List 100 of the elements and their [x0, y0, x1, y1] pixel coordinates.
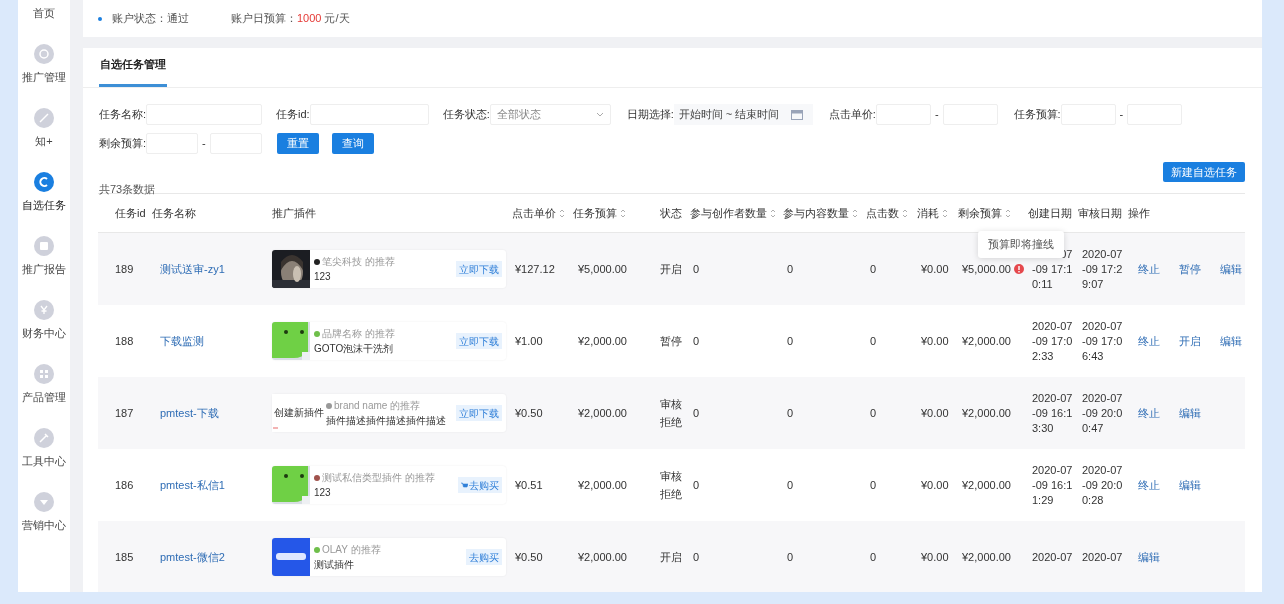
table-cell: 0	[870, 262, 877, 275]
filter-button[interactable]: 查询	[331, 133, 374, 154]
table-cell: ¥0.00	[921, 550, 949, 563]
action-link[interactable]: 终止	[1138, 404, 1160, 422]
brand-dot-icon	[314, 330, 320, 337]
task-name-link[interactable]: 测试送审-zy1	[160, 262, 225, 275]
sidebar-item[interactable]: 知+	[35, 132, 53, 149]
table-cell: 0	[870, 478, 877, 491]
task-name-link[interactable]: 下载监测	[160, 334, 204, 347]
plugin-description: 123	[314, 486, 332, 499]
table-cell: 185	[115, 550, 134, 563]
wrench-icon	[34, 427, 54, 448]
table-cell: 0	[693, 478, 700, 491]
action-link[interactable]: 编辑	[1220, 260, 1242, 278]
filter-label: 点击单价:	[828, 107, 876, 123]
table-cell: ¥2,000.00	[578, 406, 627, 419]
brand-dot-icon	[326, 402, 332, 409]
filter-label: 任务状态:	[442, 107, 490, 123]
column-header[interactable]: 点击单价	[512, 204, 556, 222]
filter-label: 任务id:	[276, 107, 310, 123]
sidebar-item[interactable]: 产品管理	[22, 388, 66, 405]
action-link[interactable]: 终止	[1138, 332, 1160, 350]
column-header[interactable]: 剩余预算	[958, 204, 1002, 222]
column-header: 操作	[1128, 205, 1150, 221]
table-cell: ¥127.12	[515, 262, 555, 275]
table-cell: 0	[787, 550, 794, 563]
status-text: 开启	[660, 551, 682, 563]
table-cell-text: ¥2,000.00	[962, 405, 1011, 421]
status-select[interactable]: 全部状态	[489, 104, 611, 125]
status-text: 开启	[660, 263, 682, 275]
sidebar-item[interactable]: 工具中心	[22, 452, 66, 469]
plugin-source: brand name 的推荐	[334, 399, 421, 412]
action-link[interactable]: 编辑	[1220, 332, 1242, 350]
plugin-action-button[interactable]: 立即下载	[456, 261, 502, 277]
date-range-field[interactable]: 开始时间 ~ 结束时间	[673, 104, 813, 125]
sidebar-item[interactable]: 推广管理	[22, 68, 66, 85]
brand-dot-icon	[314, 258, 320, 265]
plugin-description: 测试插件	[314, 558, 355, 571]
action-link[interactable]: 暂停	[1179, 260, 1201, 278]
tab[interactable]: 自选任务管理	[99, 55, 167, 87]
thumbnail-caption: 创建新插件	[274, 407, 324, 419]
column-header[interactable]: 参与创作者数量	[690, 204, 767, 222]
action-link[interactable]: 编辑	[1179, 476, 1201, 494]
table-cell: ¥0.00	[921, 478, 949, 491]
table-cell: ¥0.00	[921, 334, 949, 347]
sidebar-item[interactable]: 推广报告	[22, 260, 66, 277]
plugin-description: GOTO泡沫干洗剂	[314, 342, 395, 355]
table-cell: 0	[787, 406, 794, 419]
brand-dot-icon	[314, 474, 320, 481]
sort-icon	[852, 208, 858, 218]
column-header[interactable]: 消耗	[917, 204, 939, 222]
pen-icon	[34, 107, 54, 128]
grid-icon	[34, 363, 54, 384]
table-cell: 0	[693, 334, 700, 347]
table-cell: 0	[787, 262, 794, 275]
date-cell: 2020-07	[1082, 550, 1123, 563]
new-task-button[interactable]: 新建自选任务	[1163, 162, 1245, 182]
filter-label: 任务预算:	[1013, 107, 1061, 123]
table-cell: 0	[787, 478, 794, 491]
range-separator: -	[202, 136, 206, 152]
sidebar-item[interactable]: 自选任务	[22, 196, 66, 213]
sort-icon	[559, 208, 565, 218]
column-header[interactable]: 参与内容数量	[783, 204, 849, 222]
status-label: 账户状态：	[112, 11, 167, 27]
table-cell: ¥2,000.00	[578, 478, 627, 491]
column-header[interactable]: 点击数	[866, 204, 899, 222]
sidebar-item[interactable]: 首页	[33, 4, 55, 21]
table-cell: ¥0.50	[515, 550, 543, 563]
date-cell: 2020-07-09 17:02:33	[1032, 319, 1073, 362]
task-name-link[interactable]: pmtest-私信1	[160, 478, 225, 491]
action-link[interactable]: 编辑	[1138, 548, 1160, 566]
task-name-link[interactable]: pmtest-微信2	[160, 550, 225, 563]
chevron-down-icon	[595, 112, 604, 117]
date-cell: 2020-07	[1032, 550, 1073, 563]
column-header: 任务id	[115, 205, 146, 221]
date-cell: 2020-07-09 17:29:07	[1082, 247, 1123, 290]
document-icon	[34, 235, 54, 256]
table-cell: 187	[115, 406, 134, 419]
table-cell: 0	[693, 262, 700, 275]
action-link[interactable]: 开启	[1179, 332, 1201, 350]
yen-icon	[34, 299, 54, 320]
action-link[interactable]: 编辑	[1179, 404, 1201, 422]
plugin-action-button[interactable]: 立即下载	[456, 333, 502, 349]
plugin-source: 笔尖科技 的推荐	[322, 255, 395, 268]
plugin-action-button[interactable]: 去购买	[466, 549, 502, 565]
filter-button[interactable]: 重置	[276, 133, 319, 154]
plugin-action-button[interactable]: 去购买	[458, 477, 502, 493]
table-cell: 0	[693, 406, 700, 419]
range-separator: -	[1119, 107, 1124, 123]
task-name-link[interactable]: pmtest-下载	[160, 406, 219, 419]
table-cell-text: ¥2,000.00	[962, 549, 1011, 565]
sidebar-item[interactable]: 营销中心	[22, 516, 66, 533]
date-cell: 2020-07-09 16:11:29	[1032, 463, 1073, 506]
sidebar-item[interactable]: 财务中心	[22, 324, 66, 341]
action-link[interactable]: 终止	[1138, 260, 1160, 278]
column-header[interactable]: 任务预算	[573, 204, 617, 222]
plugin-action-button[interactable]: 立即下载	[456, 405, 502, 421]
sort-icon	[902, 208, 908, 218]
action-link[interactable]: 终止	[1138, 476, 1160, 494]
date-cell: 2020-07-09 20:00:47	[1082, 391, 1123, 434]
